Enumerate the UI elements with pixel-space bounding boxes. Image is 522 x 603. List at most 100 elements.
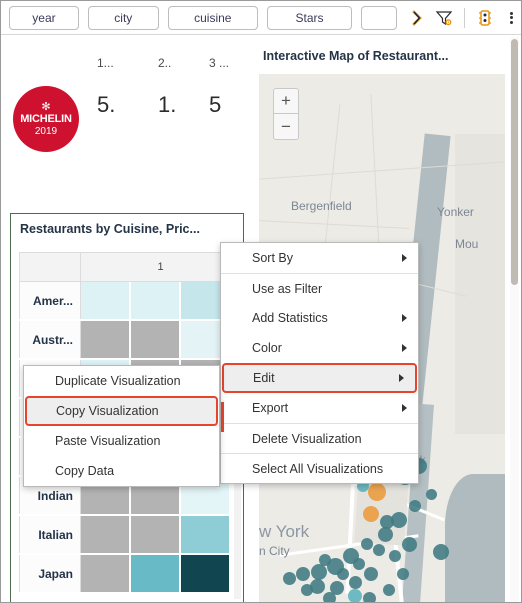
map-data-point[interactable] (401, 536, 417, 552)
heatmap-row: Austr... (19, 321, 241, 360)
highlight-marker (221, 402, 224, 432)
kpi-metric-3: 3 ... 5 (209, 56, 229, 118)
map-data-point[interactable] (348, 589, 362, 602)
kpi-metric-1-label: 1... (97, 56, 114, 70)
map-data-point[interactable] (301, 584, 313, 596)
map-data-point[interactable] (353, 558, 365, 570)
map-data-point[interactable] (373, 544, 385, 556)
heatmap-cell[interactable] (81, 282, 129, 319)
heatmap-cell[interactable] (131, 555, 179, 592)
filter-chip-city[interactable]: city (87, 5, 159, 30)
filter-chip-cuisine[interactable]: cuisine (167, 5, 258, 30)
kebab-menu-icon[interactable] (503, 6, 521, 30)
map-data-point[interactable] (361, 538, 373, 550)
map-title: Interactive Map of Restaurant... (263, 49, 449, 63)
heatmap-header-row: 1 (19, 252, 241, 282)
map-data-point[interactable] (363, 506, 379, 522)
map-data-point[interactable] (409, 500, 421, 512)
map-data-point[interactable] (322, 591, 336, 602)
submenu-item[interactable]: Duplicate Visualization (24, 366, 219, 396)
map-data-point[interactable] (391, 512, 407, 528)
map-data-point[interactable] (425, 488, 437, 500)
heatmap-cell[interactable] (81, 321, 129, 358)
heatmap-cell[interactable] (81, 516, 129, 553)
kpi-metric-2: 2.. 1. (158, 56, 176, 118)
submenu-arrow-icon (402, 404, 407, 412)
heatmap-cell-group (81, 516, 231, 555)
map-data-point[interactable] (282, 571, 296, 585)
map-data-point[interactable] (364, 567, 378, 581)
michelin-badge: ✻ MICHELIN 2019 (13, 86, 79, 152)
heatmap-cell[interactable] (181, 516, 229, 553)
submenu-arrow-icon (402, 254, 407, 262)
map-data-point[interactable] (296, 567, 310, 581)
heatmap-column-header: 1 (81, 252, 241, 282)
page-scrollbar[interactable] (510, 37, 519, 602)
heatmap-row-label: Japan (19, 555, 81, 592)
map-data-point[interactable] (389, 550, 401, 562)
context-menu-item[interactable]: Export (221, 393, 418, 423)
heatmap-cell[interactable] (81, 555, 129, 592)
context-menu-item[interactable]: Sort By (221, 243, 418, 273)
heatmap-cell[interactable] (131, 321, 179, 358)
heatmap-cell[interactable] (131, 516, 179, 553)
map-zoom-out-button[interactable]: − (274, 114, 298, 139)
heatmap-row: Amer... (19, 282, 241, 321)
map-data-point[interactable] (383, 584, 395, 596)
map-data-point[interactable] (377, 526, 393, 542)
map-data-point[interactable] (368, 483, 386, 501)
map-zoom-control[interactable]: + − (273, 88, 299, 140)
submenu-item-label: Copy Visualization (56, 404, 159, 418)
map-data-point[interactable] (397, 568, 409, 580)
heatmap-cell[interactable] (181, 555, 229, 592)
kebab-dot (510, 20, 514, 24)
map-data-point[interactable] (311, 564, 327, 580)
heatmap-row: Japan (19, 555, 241, 594)
context-menu-item-label: Color (252, 341, 282, 355)
context-menu-item[interactable]: Color (221, 333, 418, 363)
context-menu-item-label: Sort By (252, 251, 293, 265)
context-menu-item-label: Edit (253, 371, 275, 385)
context-menu[interactable]: Sort By Use as Filter Add Statistics Color E… (220, 242, 419, 484)
context-menu-item[interactable]: Edit (222, 363, 417, 393)
map-data-point[interactable] (433, 544, 449, 560)
kpi-metric-1: 1... 5. (97, 56, 115, 118)
filter-gear-icon[interactable] (432, 6, 456, 30)
map-data-point[interactable] (348, 575, 362, 589)
submenu-item[interactable]: Paste Visualization (24, 426, 219, 456)
chevron-right-icon[interactable] (406, 7, 428, 29)
michelin-year-label: 2019 (34, 125, 58, 137)
map-place-label: Bergenfield (291, 199, 352, 213)
map-place-label: Yonker (437, 205, 474, 219)
submenu-item-label: Copy Data (55, 464, 115, 478)
submenu-item[interactable]: Copy Data (24, 456, 219, 486)
michelin-brand-label: MICHELIN (20, 112, 72, 125)
kpi-metric-3-value: 5 (209, 92, 222, 117)
traffic-light-icon[interactable] (473, 6, 497, 30)
heatmap-cell[interactable] (131, 282, 179, 319)
context-submenu[interactable]: Duplicate Visualization Copy Visualizatio… (23, 365, 220, 487)
filter-chip-year-label: year (32, 10, 56, 25)
submenu-item-label: Duplicate Visualization (55, 374, 181, 388)
heatmap-corner-cell (19, 252, 81, 282)
filter-chip-year[interactable]: year (9, 5, 79, 30)
filter-toolbar: year city cuisine Stars (1, 1, 521, 35)
context-menu-item[interactable]: Delete Visualization (221, 423, 418, 453)
filter-chip-stars[interactable]: Stars (266, 5, 353, 30)
heatmap-row-label: Austr... (19, 321, 81, 358)
filter-chip-stars-label: Stars (295, 10, 324, 25)
page-scrollbar-thumb[interactable] (511, 39, 518, 285)
context-menu-item[interactable]: Use as Filter (221, 273, 418, 303)
map-data-point[interactable] (319, 554, 331, 566)
map-water-east (445, 474, 505, 602)
heatmap-cell-group (81, 282, 231, 321)
map-zoom-in-button[interactable]: + (274, 89, 298, 114)
context-menu-item[interactable]: Add Statistics (221, 303, 418, 333)
map-data-point[interactable] (362, 591, 376, 602)
context-menu-item-label: Select All Visualizations (252, 461, 384, 476)
filter-chip-overflow[interactable] (361, 5, 398, 30)
map-place-label: Mou (455, 237, 479, 251)
context-menu-item[interactable]: Select All Visualizations (221, 453, 418, 483)
submenu-item[interactable]: Copy Visualization (25, 396, 218, 426)
map-data-point[interactable] (337, 568, 349, 580)
